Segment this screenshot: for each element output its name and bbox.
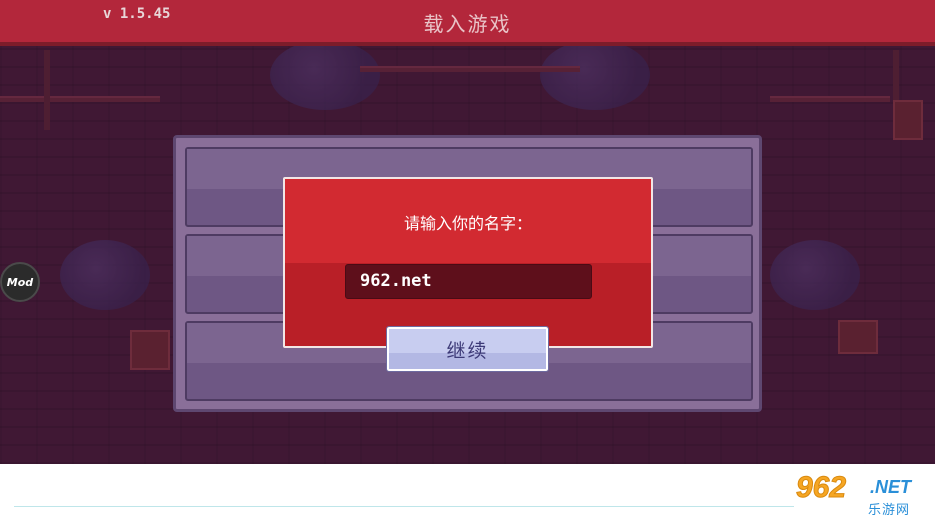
page-footer bbox=[0, 464, 935, 525]
watermark-number: 962 bbox=[795, 471, 847, 505]
watermark-domain: .NET bbox=[870, 477, 912, 497]
mod-button[interactable]: Mod bbox=[0, 262, 40, 302]
watermark-logo: 962 .NET 乐游网 bbox=[795, 471, 930, 519]
watermark-subtitle: 乐游网 bbox=[868, 503, 911, 518]
name-prompt: 请输入你的名字： bbox=[403, 214, 532, 233]
continue-button[interactable]: 继续 bbox=[386, 326, 549, 372]
divider-line bbox=[14, 506, 794, 507]
name-dialog: 请输入你的名字： 962.net bbox=[283, 177, 653, 348]
page-title: 载入游戏 bbox=[423, 12, 512, 36]
name-input[interactable]: 962.net bbox=[345, 264, 592, 299]
title-bar: v 1.5.45 载入游戏 bbox=[0, 0, 935, 46]
